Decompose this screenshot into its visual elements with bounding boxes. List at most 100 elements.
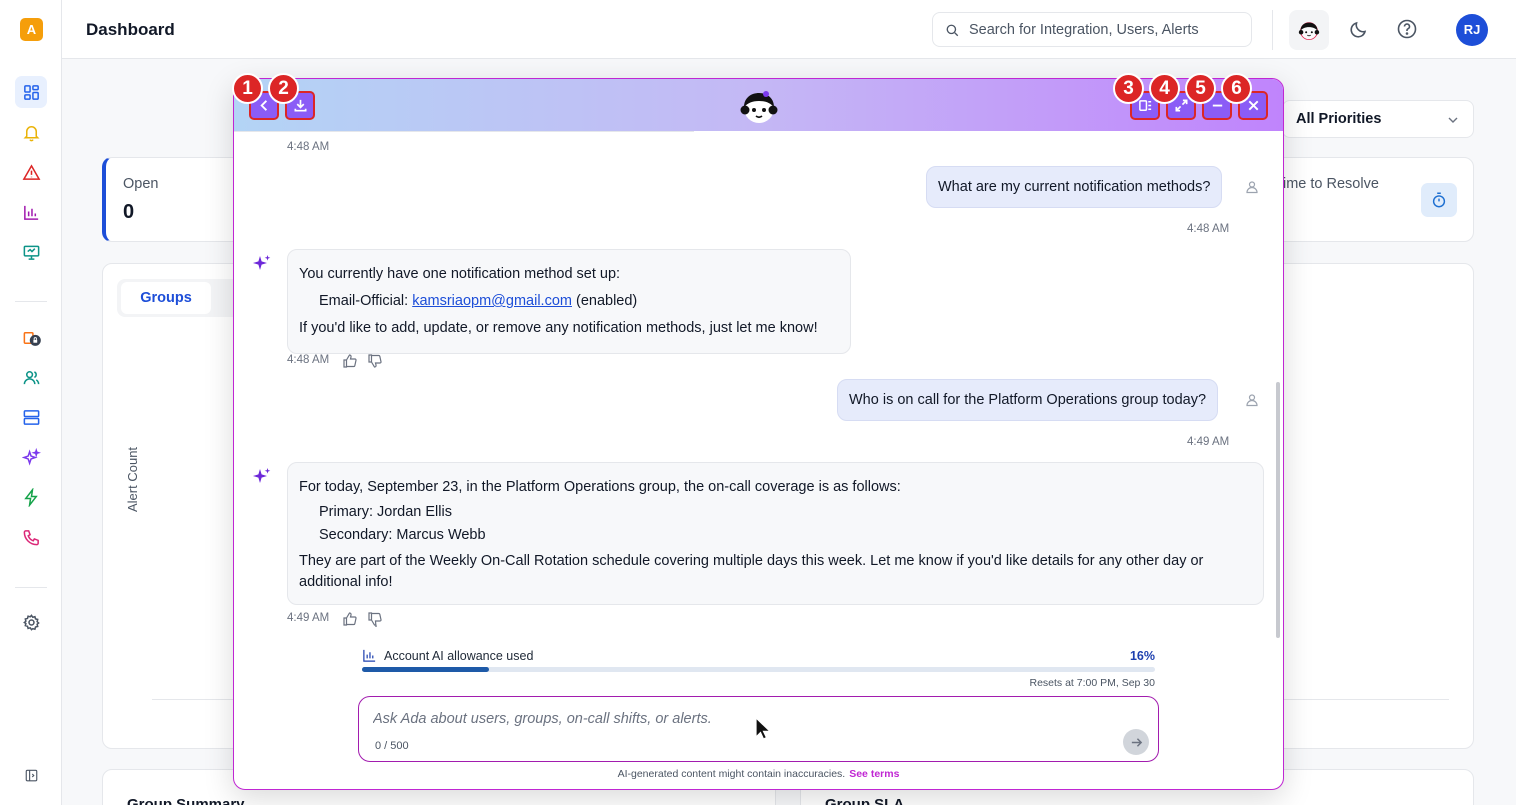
sidebar-item-monitor[interactable] [15, 236, 47, 268]
sidebar-item-users[interactable] [15, 361, 47, 393]
open-alerts-card[interactable]: Open 0 [102, 157, 242, 242]
message-timestamp: 4:49 AM [1187, 436, 1230, 448]
thumbs-up-icon[interactable] [342, 611, 358, 627]
group-summary-title: Group Summary [127, 796, 245, 805]
thumbs-down-icon[interactable] [367, 353, 383, 369]
ai-sparkle-icon [253, 255, 271, 270]
annotation-badge-3: 3 [1113, 73, 1144, 104]
close-icon [1248, 100, 1258, 111]
priority-filter-select[interactable]: All Priorities [1282, 100, 1474, 138]
global-search[interactable] [932, 12, 1252, 47]
message-timestamp: 4:48 AM [1187, 223, 1230, 235]
thumbs-up-icon[interactable] [342, 353, 358, 369]
chevron-left-icon [259, 100, 267, 111]
chat-scrollbar[interactable] [1276, 382, 1280, 638]
email-label: Email-Official: [319, 293, 413, 309]
help-icon[interactable] [1396, 18, 1418, 40]
search-icon [946, 24, 959, 37]
assistant-message-line: Email-Official: kamsriaopm@gmail.com (en… [299, 288, 839, 315]
sidebar-item-settings[interactable] [15, 606, 47, 638]
bar-chart-icon [23, 205, 38, 220]
ada-assistant-button[interactable] [1289, 10, 1329, 50]
email-status: (enabled) [571, 293, 638, 309]
user-message: Who is on call for the Platform Operatio… [837, 379, 1219, 421]
assistant-message-line: You currently have one notification meth… [299, 266, 621, 282]
assistant-message-line: They are part of the Weekly On-Call Rota… [299, 553, 1204, 590]
dashboard-icon [23, 84, 39, 100]
assistant-message-line: Secondary: Marcus Webb [319, 527, 486, 543]
expand-icon [1175, 99, 1187, 112]
annotation-badge-4: 4 [1149, 73, 1180, 104]
assistant-message: You currently have one notification meth… [287, 249, 851, 354]
stopwatch-icon [1432, 192, 1446, 208]
page-title: Dashboard [86, 20, 175, 39]
sidebar-item-notifications[interactable] [15, 116, 47, 148]
chevron-down-icon [1448, 117, 1458, 123]
allowance-reset-text: Resets at 7:00 PM, Sep 30 [1029, 677, 1156, 689]
thumbs-down-icon[interactable] [367, 611, 383, 627]
allowance-progress-fill [362, 667, 489, 672]
open-label: Open [123, 176, 159, 192]
sidebar-item-alerts[interactable] [15, 156, 47, 188]
user-icon [1246, 394, 1258, 407]
char-counter: 0 / 500 [375, 740, 409, 752]
assistant-message-line: For today, September 23, in the Platform… [299, 479, 901, 495]
assistant-message-line: Primary: Jordan Ellis [319, 504, 452, 520]
open-value: 0 [123, 201, 135, 223]
chat-input[interactable] [373, 711, 1113, 733]
user-message: What are my current notification methods… [926, 166, 1223, 208]
sidebar-item-dashboard[interactable] [15, 76, 47, 108]
mouse-cursor-icon [755, 717, 771, 740]
y-axis-label: Alert Count [125, 446, 140, 512]
server-icon [23, 409, 39, 425]
user-avatar[interactable]: RJ [1456, 14, 1488, 46]
annotation-badge-2: 2 [268, 73, 299, 104]
sidebar-item-automation[interactable] [15, 481, 47, 513]
priority-filter-value: All Priorities [1296, 111, 1382, 127]
group-sla-title: Group SLA [825, 796, 905, 805]
annotation-badge-6: 6 [1221, 73, 1252, 104]
ada-chat-modal: 4:48 AM What are my current notification… [233, 78, 1284, 790]
email-link[interactable]: kamsriaopm@gmail.com [412, 293, 572, 309]
minimize-icon [1212, 104, 1222, 107]
download-icon [294, 99, 306, 112]
tab-groups[interactable]: Groups [121, 282, 211, 314]
time-to-resolve-label: ime to Resolve [1283, 176, 1379, 192]
sidebar-item-ai[interactable] [15, 441, 47, 473]
integrations-lock-icon [23, 331, 41, 346]
dark-mode-icon[interactable] [1348, 18, 1370, 40]
users-icon [23, 370, 39, 384]
allowance-percent: 16% [1129, 649, 1155, 663]
see-terms-link[interactable]: See terms [849, 768, 899, 780]
allowance-label: Account AI allowance used [384, 649, 534, 663]
assistant-message-line: If you'd like to add, update, or remove … [299, 320, 818, 336]
usage-chart-icon [363, 649, 376, 662]
sidebar-item-services[interactable] [15, 401, 47, 433]
monitor-icon [23, 245, 39, 260]
sidebar-divider [15, 301, 47, 302]
arrow-right-icon [1131, 737, 1142, 747]
ada-avatar-icon [1298, 22, 1320, 41]
phone-icon [23, 529, 39, 545]
sidebar-item-analytics[interactable] [15, 196, 47, 228]
timer-icon-badge [1421, 183, 1457, 217]
sidebar-item-integrations[interactable] [15, 321, 47, 353]
assistant-message: For today, September 23, in the Platform… [287, 462, 1264, 605]
gear-icon [22, 613, 40, 631]
ai-disclaimer: AI-generated content might contain inacc… [234, 768, 1283, 780]
annotation-badge-1: 1 [232, 73, 263, 104]
message-timestamp: 4:49 AM [287, 612, 330, 624]
send-button[interactable] [1123, 729, 1149, 755]
sidebar-collapse-button[interactable] [15, 759, 47, 791]
sidebar-toggle-icon [25, 769, 37, 781]
chat-scroll-edge [234, 131, 694, 132]
annotation-badge-5: 5 [1185, 73, 1216, 104]
message-timestamp: 4:48 AM [287, 141, 330, 153]
ada-logo-icon [740, 91, 778, 123]
disclaimer-text: AI-generated content might contain inacc… [617, 768, 846, 780]
search-input[interactable] [969, 13, 1245, 46]
header-divider [1272, 10, 1273, 50]
app-logo[interactable]: A [20, 18, 43, 41]
sidebar-item-calls[interactable] [15, 521, 47, 553]
bell-icon [22, 125, 40, 141]
